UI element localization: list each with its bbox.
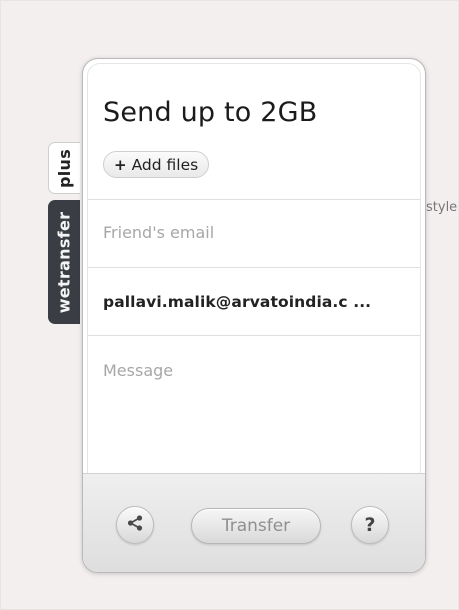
message-field[interactable]: Message — [87, 361, 421, 380]
help-icon: ? — [364, 514, 376, 536]
add-files-label: Add files — [131, 155, 199, 174]
tab-wetransfer[interactable]: wetransfer — [48, 200, 80, 324]
tab-plus[interactable]: plus — [48, 142, 80, 194]
transfer-panel: Send up to 2GB + Add files Friend's emai… — [82, 58, 426, 573]
tab-plus-label: plus — [55, 148, 74, 188]
tab-wetransfer-label: wetransfer — [54, 211, 74, 313]
background-partial-text: style — [426, 200, 458, 215]
help-button[interactable]: ? — [351, 506, 389, 544]
divider — [87, 199, 421, 200]
divider — [87, 335, 421, 336]
share-button[interactable] — [116, 506, 154, 544]
plus-icon: + — [114, 155, 127, 174]
your-email-field[interactable]: pallavi.malik@arvatoindia.c ... — [87, 293, 421, 311]
divider — [87, 267, 421, 268]
transfer-button[interactable]: Transfer — [191, 508, 321, 544]
panel-footer: Transfer ? — [83, 473, 425, 572]
friends-email-field[interactable]: Friend's email — [87, 223, 421, 242]
add-files-button[interactable]: + Add files — [103, 151, 210, 178]
share-icon — [126, 514, 144, 536]
panel-title: Send up to 2GB — [103, 97, 318, 128]
